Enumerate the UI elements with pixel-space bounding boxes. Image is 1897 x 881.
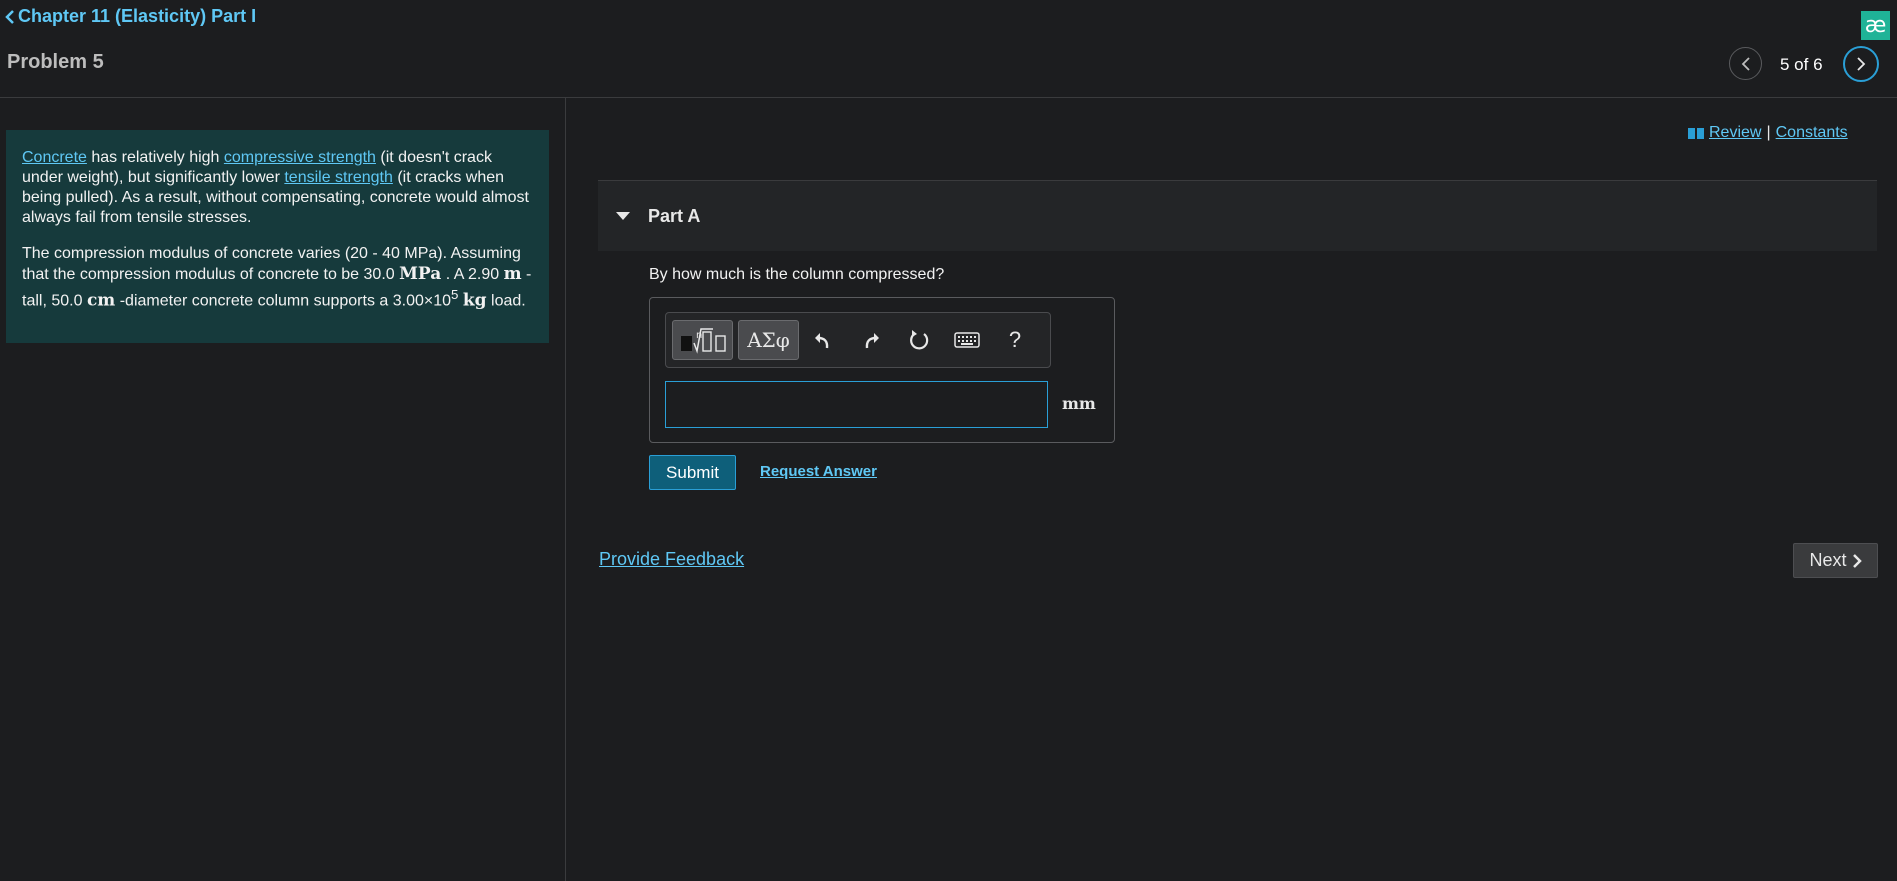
chevron-right-icon (1852, 553, 1862, 568)
book-icon (1688, 127, 1704, 139)
next-problem-button[interactable] (1843, 46, 1879, 82)
next-button-label: Next (1809, 550, 1847, 570)
reset-button[interactable] (895, 320, 943, 360)
caret-down-icon (616, 211, 630, 220)
redo-button[interactable] (847, 320, 895, 360)
page-header: Chapter 11 (Elasticity) Part I Problem 5… (0, 0, 1897, 98)
column-divider (565, 97, 566, 881)
back-to-chapter-link[interactable]: Chapter 11 (Elasticity) Part I (5, 6, 256, 27)
keyboard-icon (954, 332, 980, 348)
link-separator: | (1766, 124, 1771, 141)
next-button[interactable]: Next (1793, 543, 1878, 578)
part-a-header[interactable]: Part A (598, 180, 1877, 251)
templates-icon: n (680, 328, 726, 354)
undo-icon (815, 333, 829, 349)
constants-link[interactable]: Constants (1776, 124, 1848, 142)
math-toolbar: n ΑΣφ ? (665, 312, 1051, 368)
request-answer-link[interactable]: Request Answer (760, 463, 877, 480)
problem-title: Problem 5 (7, 51, 104, 73)
previous-problem-button[interactable] (1729, 47, 1762, 80)
chevron-left-icon (5, 9, 14, 24)
back-link-label: Chapter 11 (Elasticity) Part I (18, 6, 257, 26)
unit-m: m (503, 264, 522, 284)
part-title: Part A (648, 205, 701, 226)
undo-button[interactable] (799, 320, 847, 360)
intro-paragraph-1: Concrete has relatively high compressive… (22, 148, 533, 228)
unit-cm: cm (86, 290, 116, 311)
question-text: By how much is the column compressed? (649, 266, 945, 283)
concrete-link[interactable]: Concrete (22, 149, 87, 166)
intro-text: -diameter concrete column supports a 3.0… (115, 292, 452, 310)
unit-kg: kg (462, 290, 487, 311)
reset-icon (910, 330, 929, 350)
review-constants-links: Review | Constants (1688, 124, 1848, 142)
brand-logo: æ (1861, 11, 1890, 40)
unit-mpa: MPa (399, 264, 442, 284)
page-indicator: 5 of 6 (1780, 55, 1823, 74)
tensile-strength-link[interactable]: tensile strength (284, 169, 393, 186)
greek-symbols-button[interactable]: ΑΣφ (738, 320, 799, 360)
answer-unit: mm (1062, 394, 1096, 413)
intro-text: has relatively high (86, 149, 224, 166)
answer-input[interactable] (665, 381, 1048, 428)
problem-intro: Concrete has relatively high compressive… (6, 130, 549, 343)
answer-box: n ΑΣφ ? mm (649, 297, 1115, 443)
compressive-strength-link[interactable]: compressive strength (224, 149, 376, 166)
review-link[interactable]: Review (1709, 124, 1761, 142)
provide-feedback-link[interactable]: Provide Feedback (599, 549, 744, 570)
intro-text: load. (486, 292, 526, 310)
help-button[interactable]: ? (991, 320, 1039, 360)
redo-icon (865, 333, 879, 349)
intro-paragraph-2: The compression modulus of concrete vari… (22, 244, 533, 311)
chevron-right-icon (1857, 57, 1866, 71)
intro-text: . A 2.90 (441, 266, 504, 283)
chevron-left-icon (1741, 56, 1750, 71)
submit-button[interactable]: Submit (649, 455, 736, 490)
keyboard-button[interactable] (943, 320, 991, 360)
templates-button[interactable]: n (672, 320, 733, 360)
